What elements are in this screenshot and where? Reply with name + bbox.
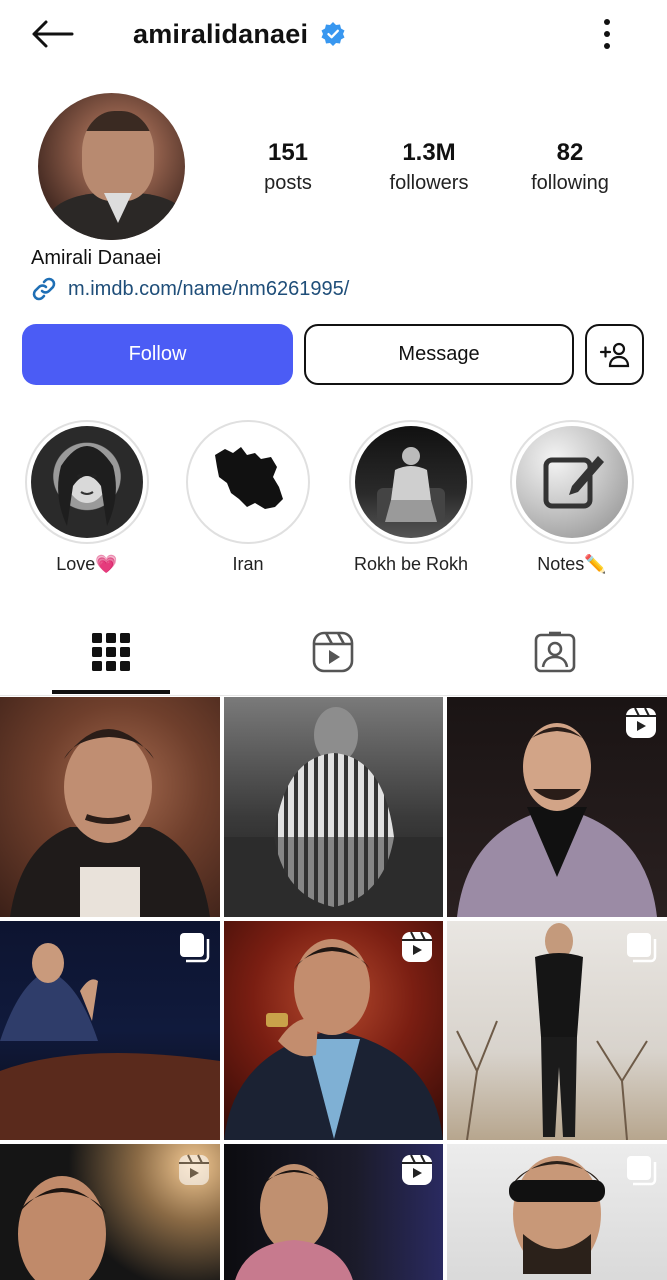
website-text: m.imdb.com/name/nm6261995/: [68, 277, 350, 300]
story-highlights: Love💗 Iran Rokh be Rokh Notes✏️: [0, 420, 667, 580]
grid-post-3[interactable]: [447, 697, 667, 917]
arrow-left-icon: [32, 20, 74, 48]
posts-stat[interactable]: 151 posts: [218, 138, 358, 198]
grid-post-9[interactable]: [447, 1144, 667, 1280]
highlight-label: Notes✏️: [537, 554, 607, 574]
follow-button[interactable]: Follow: [22, 324, 293, 385]
highlight-label: Love💗: [56, 554, 118, 574]
more-options-button[interactable]: [590, 12, 624, 56]
map-icon: [215, 447, 283, 509]
reel-badge-icon: [402, 1154, 432, 1185]
reel-badge-icon: [179, 1154, 209, 1185]
posts-count: 151: [267, 139, 309, 166]
grid-post-4[interactable]: [0, 921, 220, 1140]
back-button[interactable]: [28, 14, 76, 54]
more-vertical-icon: [604, 19, 610, 25]
profile-full-name: Amirali Danaei: [31, 247, 162, 269]
highlight-iran-cover: [192, 426, 304, 538]
grid-post-8[interactable]: [224, 1144, 443, 1280]
highlight-love-cover: [31, 426, 143, 538]
highlight-notes[interactable]: Notes✏️: [507, 420, 637, 575]
following-stat[interactable]: 82 following: [500, 138, 640, 198]
link-icon: [30, 275, 58, 303]
highlight-love[interactable]: Love💗: [22, 420, 152, 575]
highlight-iran[interactable]: Iran: [183, 420, 313, 575]
add-user-icon: [599, 342, 629, 367]
profile-header: amiralidanaei: [0, 0, 667, 70]
followers-label: followers: [389, 172, 469, 194]
profile-content-tabs: [0, 612, 667, 696]
profile-website-link[interactable]: m.imdb.com/name/nm6261995/: [30, 275, 349, 303]
reel-badge-icon: [402, 931, 432, 962]
posts-label: posts: [264, 172, 312, 194]
profile-stats: 151 posts 1.3M followers 82 following: [0, 138, 667, 208]
carousel-badge-icon: [627, 933, 657, 963]
carousel-badge-icon: [180, 933, 210, 963]
grid-post-7[interactable]: [0, 1144, 220, 1280]
username: amiralidanaei: [133, 18, 309, 49]
grid-icon: [92, 633, 130, 671]
verified-badge-icon: [320, 21, 346, 47]
highlight-label: Rokh be Rokh: [353, 554, 469, 574]
highlight-rokh-be-rokh[interactable]: Rokh be Rokh: [346, 420, 476, 575]
highlight-notes-cover: [516, 426, 628, 538]
active-tab-indicator: [52, 690, 170, 694]
followers-stat[interactable]: 1.3M followers: [359, 138, 499, 198]
grid-post-6[interactable]: [447, 921, 667, 1140]
suggested-users-button[interactable]: [585, 324, 644, 385]
grid-post-5[interactable]: [224, 921, 443, 1140]
following-label: following: [531, 172, 609, 194]
highlight-rokh-cover: [355, 426, 467, 538]
tagged-user-icon: [534, 631, 576, 673]
tab-reels[interactable]: [253, 612, 413, 692]
edit-note-icon: [543, 456, 604, 509]
follow-button-label: Follow: [128, 343, 187, 365]
tab-posts-grid[interactable]: [31, 612, 191, 692]
message-button[interactable]: Message: [304, 324, 574, 385]
following-count: 82: [556, 139, 584, 166]
reel-badge-icon: [626, 707, 656, 738]
carousel-badge-icon: [627, 1156, 657, 1186]
grid-post-1[interactable]: [0, 697, 220, 917]
followers-count: 1.3M: [402, 139, 456, 166]
grid-post-2[interactable]: [224, 697, 443, 917]
message-button-label: Message: [398, 343, 480, 365]
profile-username-row: amiralidanaei: [133, 14, 346, 54]
highlight-label: Iran: [232, 554, 264, 574]
tab-tagged[interactable]: [475, 612, 635, 692]
reels-icon: [312, 631, 354, 673]
posts-grid: [0, 697, 667, 1280]
